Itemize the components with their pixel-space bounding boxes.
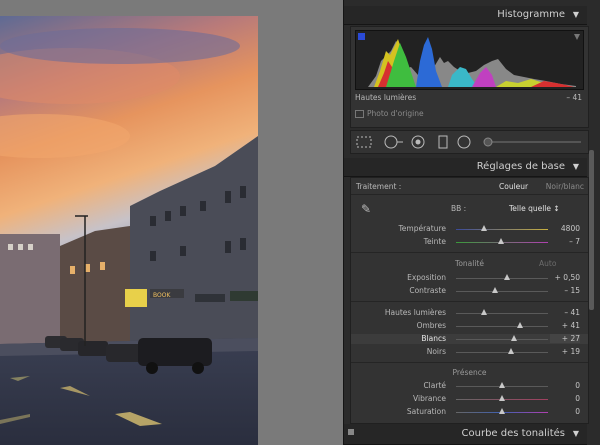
histogram-panel: Hautes lumières – 41 Photo d'origine bbox=[350, 26, 589, 128]
slider-value[interactable]: 0 bbox=[550, 381, 580, 390]
slider-thumb[interactable] bbox=[492, 287, 498, 293]
histogram-header[interactable]: Histogramme ▼ bbox=[344, 6, 587, 25]
divider bbox=[351, 194, 588, 195]
slider-value[interactable]: 0 bbox=[550, 394, 580, 403]
slider-label: Ombres bbox=[416, 321, 446, 330]
slider-track[interactable] bbox=[456, 313, 548, 314]
slider-label: Contraste bbox=[409, 286, 446, 295]
graduated-filter-icon[interactable] bbox=[438, 135, 448, 149]
adjustment-brush-icon[interactable] bbox=[483, 137, 581, 147]
collapse-triangle-icon[interactable]: ▼ bbox=[573, 429, 579, 438]
slider-value[interactable]: – 41 bbox=[550, 308, 580, 317]
slider-thumb[interactable] bbox=[499, 395, 505, 401]
slider-row-highlights[interactable]: Hautes lumières – 41 bbox=[351, 308, 588, 318]
basic-panel-title: Réglages de base bbox=[476, 161, 565, 172]
slider-thumb[interactable] bbox=[511, 335, 517, 341]
panel-scrollbar[interactable] bbox=[589, 150, 594, 310]
treatment-bw-button[interactable]: Noir/blanc bbox=[546, 182, 584, 191]
slider-value[interactable]: 0 bbox=[550, 407, 580, 416]
slider-value[interactable]: 4800 bbox=[550, 224, 580, 233]
slider-row-shadows[interactable]: Ombres + 41 bbox=[351, 321, 588, 331]
histogram-graph bbox=[355, 30, 584, 90]
slider-thumb[interactable] bbox=[498, 238, 504, 244]
slider-thumb[interactable] bbox=[499, 382, 505, 388]
slider-thumb[interactable] bbox=[508, 348, 514, 354]
tone-curve-header[interactable]: Courbe des tonalités ▼ bbox=[344, 424, 587, 445]
wb-label: BB : bbox=[451, 204, 467, 213]
wb-dropdown[interactable]: Telle quelle ↕ bbox=[509, 204, 560, 213]
slider-label: Vibrance bbox=[413, 394, 446, 403]
slider-row-saturation[interactable]: Saturation 0 bbox=[351, 407, 588, 417]
slider-thumb[interactable] bbox=[504, 274, 510, 280]
red-eye-icon[interactable] bbox=[411, 135, 425, 149]
auto-tone-button[interactable]: Auto bbox=[539, 259, 556, 268]
slider-label: Hautes lumières bbox=[384, 308, 446, 317]
original-photo-checkbox[interactable] bbox=[355, 110, 364, 118]
tool-strip bbox=[350, 130, 589, 154]
divider bbox=[351, 301, 588, 302]
white-balance-eyedropper-icon[interactable]: ✎ bbox=[361, 202, 371, 216]
slider-label: Blancs bbox=[421, 334, 446, 343]
slider-label: Exposition bbox=[407, 273, 446, 282]
slider-row-tint[interactable]: Teinte – 7 bbox=[351, 237, 588, 247]
treatment-row: Traitement : Couleur Noir/blanc bbox=[356, 182, 584, 192]
slider-value[interactable]: – 15 bbox=[550, 286, 580, 295]
basic-panel-header[interactable]: Réglages de base ▼ bbox=[344, 158, 587, 177]
basic-panel: Traitement : Couleur Noir/blanc ✎ BB : T… bbox=[350, 177, 589, 424]
slider-row-clarity[interactable]: Clarté 0 bbox=[351, 381, 588, 391]
slider-value[interactable]: – 7 bbox=[550, 237, 580, 246]
sign-text: BOOK bbox=[153, 292, 171, 299]
slider-row-whites[interactable]: Blancs + 27 bbox=[351, 334, 588, 344]
slider-thumb[interactable] bbox=[481, 225, 487, 231]
slider-label: Teinte bbox=[423, 237, 446, 246]
slider-row-contrast[interactable]: Contraste – 15 bbox=[351, 286, 588, 296]
slider-value[interactable]: + 27 bbox=[550, 334, 580, 343]
shadow-clipping-icon[interactable] bbox=[358, 33, 365, 40]
highlights-info-label: Hautes lumières bbox=[355, 93, 417, 102]
street-photo[interactable]: BOOK bbox=[0, 16, 258, 445]
slider-track[interactable] bbox=[456, 278, 548, 279]
slider-track[interactable] bbox=[456, 352, 548, 353]
treatment-color-button[interactable]: Couleur bbox=[499, 182, 528, 191]
original-photo-label: Photo d'origine bbox=[367, 109, 424, 118]
histogram-title: Histogramme bbox=[497, 9, 565, 20]
slider-row-blacks[interactable]: Noirs + 19 bbox=[351, 347, 588, 357]
slider-value[interactable]: + 0,50 bbox=[550, 273, 580, 282]
highlights-info-value: – 41 bbox=[566, 93, 582, 102]
slider-track[interactable] bbox=[456, 339, 548, 340]
panel-toggle-icon[interactable] bbox=[348, 429, 354, 435]
slider-thumb[interactable] bbox=[517, 322, 523, 328]
divider bbox=[351, 362, 588, 363]
tone-curve-title: Courbe des tonalités bbox=[461, 428, 565, 439]
slider-row-temperature[interactable]: Température 4800 bbox=[351, 224, 588, 234]
original-photo-row[interactable]: Photo d'origine bbox=[355, 109, 582, 119]
spot-removal-icon[interactable] bbox=[384, 135, 403, 149]
slider-thumb[interactable] bbox=[481, 309, 487, 315]
slider-track[interactable] bbox=[456, 326, 548, 327]
slider-label: Saturation bbox=[406, 407, 446, 416]
slider-row-exposure[interactable]: Exposition + 0,50 bbox=[351, 273, 588, 283]
slider-label: Noirs bbox=[426, 347, 446, 356]
radial-filter-icon[interactable] bbox=[457, 135, 471, 149]
highlight-clipping-icon[interactable] bbox=[574, 34, 580, 40]
crop-tool-icon[interactable] bbox=[356, 136, 372, 148]
histogram-info-row: Hautes lumières – 41 bbox=[355, 93, 582, 103]
presence-section-label: Présence bbox=[452, 368, 487, 377]
slider-label: Clarté bbox=[423, 381, 446, 390]
image-canvas: BOOK bbox=[0, 0, 343, 445]
slider-row-vibrance[interactable]: Vibrance 0 bbox=[351, 394, 588, 404]
slider-value[interactable]: + 41 bbox=[550, 321, 580, 330]
treatment-label: Traitement : bbox=[356, 182, 402, 191]
slider-value[interactable]: + 19 bbox=[550, 347, 580, 356]
slider-track[interactable] bbox=[456, 229, 548, 230]
slider-thumb[interactable] bbox=[499, 408, 505, 414]
develop-right-panel: Histogramme ▼ Hautes lumières – 41 Photo… bbox=[343, 0, 600, 445]
slider-label: Température bbox=[398, 224, 446, 233]
collapse-triangle-icon[interactable]: ▼ bbox=[573, 10, 579, 19]
street-scene-image: BOOK bbox=[0, 16, 258, 445]
divider bbox=[351, 252, 588, 253]
collapse-triangle-icon[interactable]: ▼ bbox=[573, 162, 579, 171]
slider-track[interactable] bbox=[456, 291, 548, 292]
